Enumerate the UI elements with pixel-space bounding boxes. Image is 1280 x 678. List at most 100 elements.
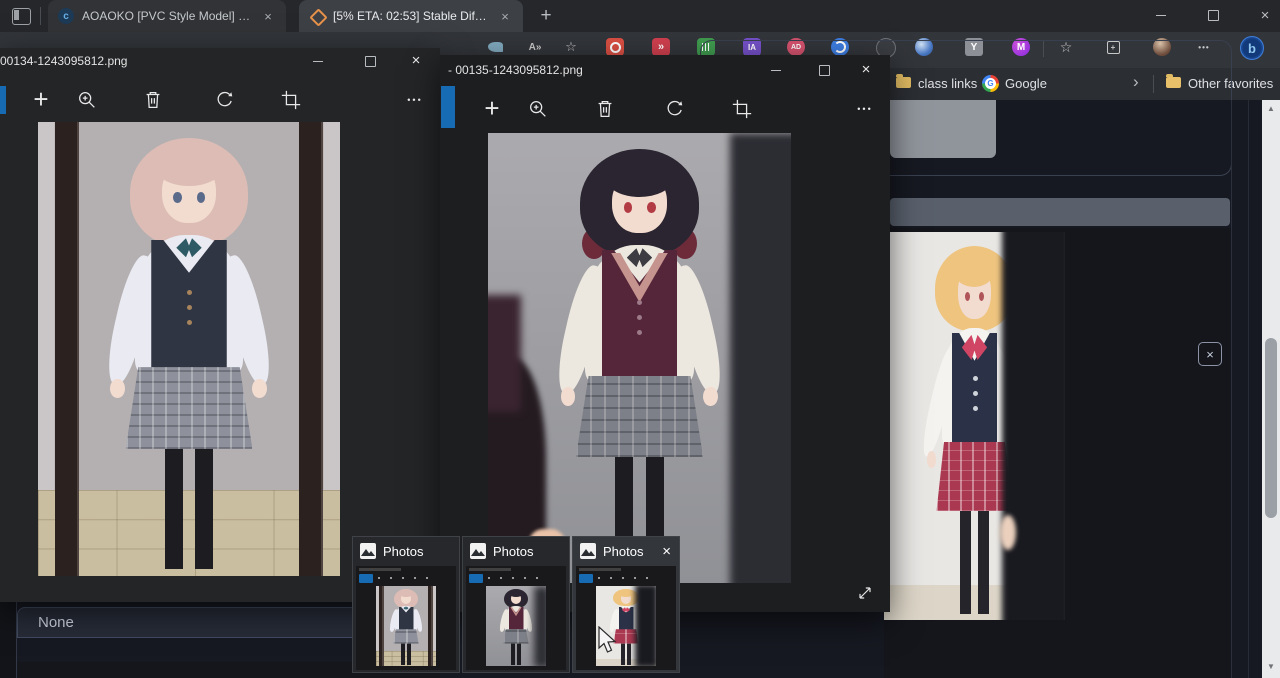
see-all-photos-button[interactable] (441, 86, 455, 128)
delete-icon[interactable] (592, 97, 618, 121)
favorites-star-icon[interactable]: ☆ (562, 38, 580, 56)
figure-leg (960, 506, 971, 615)
extension-o-icon[interactable] (606, 38, 624, 56)
door-frame (299, 122, 323, 576)
tab-separator (40, 7, 41, 25)
screen: c AOAOKO [PVC Style Model] - PV × [5% ET… (0, 0, 1280, 678)
figure-eye (173, 192, 181, 203)
photo-00134[interactable] (38, 122, 340, 576)
mini-toolbar-icons (488, 577, 548, 579)
figure-skirt (126, 367, 253, 449)
tab-close-icon[interactable]: × (260, 9, 276, 24)
rotate-icon[interactable] (661, 97, 687, 121)
zoom-in-icon[interactable] (525, 97, 551, 121)
page-scrollbar[interactable]: ▲ ▼ (1262, 100, 1280, 678)
bing-icon[interactable]: b (1240, 36, 1264, 60)
browser-close-button[interactable]: × (1250, 4, 1280, 26)
add-icon[interactable]: + (479, 95, 505, 121)
crop-icon[interactable] (278, 88, 304, 112)
gallery-image[interactable] (884, 232, 1065, 620)
photos-app-icon (580, 543, 596, 559)
mini-photo-00135 (486, 586, 546, 666)
figure-bangs (608, 165, 672, 197)
tab-close-icon[interactable]: × (497, 9, 513, 24)
preview-card-photos-3[interactable]: Photos × (572, 536, 680, 673)
maximize-icon[interactable] (358, 52, 382, 70)
preview-close-icon[interactable]: × (662, 543, 671, 560)
page-column-border (1248, 100, 1249, 678)
browser-maximize-button[interactable] (1198, 4, 1228, 26)
expand-icon[interactable] (853, 581, 877, 605)
photo-00135[interactable] (488, 133, 791, 583)
read-aloud-icon[interactable]: A» (526, 38, 544, 56)
minimize-icon[interactable] (764, 61, 788, 79)
scroll-down-icon[interactable]: ▼ (1262, 662, 1280, 671)
tab-civitai[interactable]: c AOAOKO [PVC Style Model] - PV × (48, 0, 286, 32)
figure-skirt (576, 376, 703, 457)
add-icon[interactable]: + (28, 86, 54, 112)
see-more-icon[interactable]: ••• (402, 92, 428, 108)
blurred-foreground-figure (730, 133, 791, 583)
page-column-border (1231, 100, 1232, 678)
tab-stable-diffusion[interactable]: [5% ETA: 02:53] Stable Diffusion × (299, 0, 523, 32)
style-dropdown-value: None (38, 614, 74, 631)
mouse-cursor (598, 626, 618, 656)
mini-toolbar-icons (378, 577, 438, 579)
lightbox-close-button[interactable]: × (1198, 342, 1222, 366)
civitai-favicon: c (58, 8, 74, 24)
close-icon[interactable]: × (854, 60, 878, 78)
tab-actions-icon[interactable] (12, 8, 31, 25)
preview-thumbnail-window (356, 566, 456, 670)
blurred-foreground-shoulder (488, 295, 521, 412)
window-title: 00134-1243095812.png (0, 54, 127, 68)
mini-toolbar-icons (598, 577, 658, 579)
see-more-icon[interactable]: ••• (852, 101, 878, 117)
extension-fin-icon[interactable] (486, 38, 504, 56)
scrollbar-thumb[interactable] (1265, 338, 1277, 518)
rotate-icon[interactable] (211, 88, 237, 112)
figure-leg (195, 442, 213, 569)
mini-see-all-photos-button (579, 574, 593, 583)
mini-photo-00134 (376, 586, 436, 666)
figure-leg (978, 506, 989, 615)
blurred-suit-figure (1002, 232, 1065, 620)
progress-bar (890, 198, 1230, 226)
gradio-favicon (309, 8, 325, 24)
preview-card-photos-2[interactable]: Photos (462, 536, 570, 673)
blurred-hand (1000, 515, 1016, 550)
scroll-up-icon[interactable]: ▲ (1262, 104, 1280, 113)
extension-fastforward-icon[interactable]: » (652, 38, 670, 56)
new-tab-button[interactable]: + (534, 4, 558, 28)
mini-see-all-photos-button (469, 574, 483, 583)
tab-title: AOAOKO [PVC Style Model] - PV (82, 9, 252, 23)
figure-buttons (973, 376, 978, 381)
browser-tab-bar: c AOAOKO [PVC Style Model] - PV × [5% ET… (0, 0, 1280, 32)
figure-buttons (187, 290, 192, 295)
image-lightbox: × (884, 228, 1231, 678)
figure-eye (197, 192, 205, 203)
preview-header: Photos (353, 537, 459, 565)
crop-icon[interactable] (729, 97, 755, 121)
tab-title: [5% ETA: 02:53] Stable Diffusion (333, 9, 489, 23)
preview-app-label: Photos (493, 544, 533, 559)
taskbar-preview-flyout: Photos Photos (352, 536, 686, 673)
preview-thumbnail-window (466, 566, 566, 670)
photos-window-1: 00134-1243095812.png × + ••• (0, 48, 440, 602)
maximize-icon[interactable] (812, 61, 836, 79)
zoom-in-icon[interactable] (74, 88, 100, 112)
minimize-icon[interactable] (306, 52, 330, 70)
browser-window-controls: × (1146, 4, 1280, 26)
door-frame (55, 122, 79, 576)
image-floor (38, 490, 340, 576)
see-all-photos-button[interactable] (0, 86, 6, 114)
preview-card-photos-1[interactable]: Photos (352, 536, 460, 673)
tab-actions-pane (14, 10, 19, 20)
browser-minimize-button[interactable] (1146, 4, 1176, 26)
figure-hand (927, 451, 936, 467)
figure-leg (165, 442, 183, 569)
delete-icon[interactable] (140, 88, 166, 112)
mini-titlebar (579, 568, 621, 571)
mini-titlebar (469, 568, 511, 571)
preview-app-label: Photos (603, 544, 643, 559)
close-icon[interactable]: × (404, 51, 428, 69)
